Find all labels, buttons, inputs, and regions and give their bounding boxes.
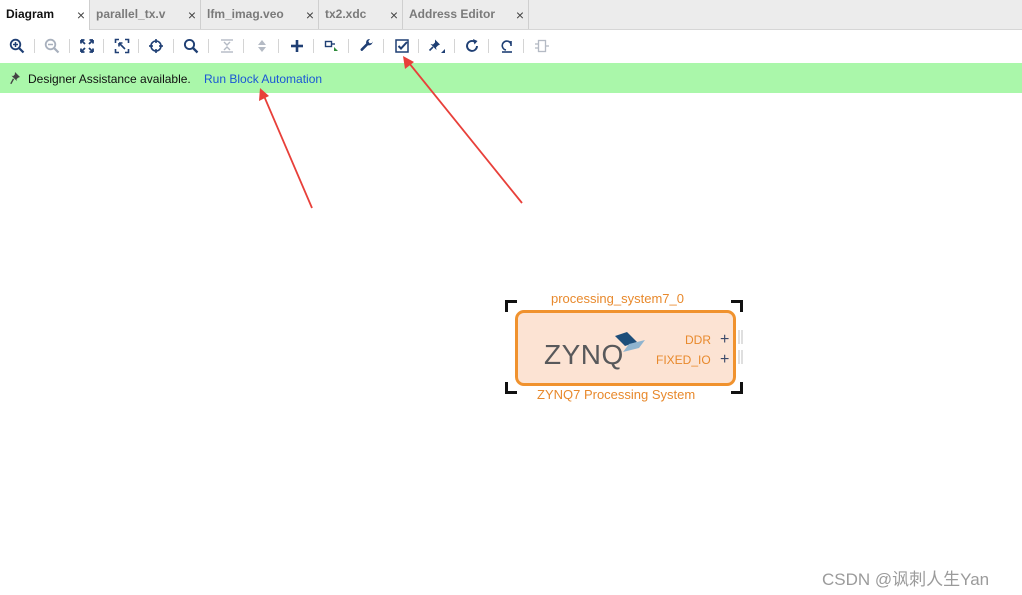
tab-parallel-tx[interactable]: parallel_tx.v ×: [90, 0, 201, 29]
collapse-button[interactable]: [217, 36, 237, 56]
designer-assistance-banner: Designer Assistance available. Run Block…: [0, 63, 1022, 93]
toolbar-separator: [69, 39, 70, 53]
expand-button[interactable]: [252, 36, 272, 56]
add-ip-button[interactable]: [287, 36, 307, 56]
diagram-canvas[interactable]: [0, 94, 1022, 595]
add-ip-icon: [291, 40, 303, 52]
block-design-window: Diagram × parallel_tx.v × lfm_imag.veo ×…: [0, 0, 1022, 595]
expand-icon: [258, 40, 266, 52]
fit-selection-icon: [114, 38, 130, 54]
search-icon: [183, 38, 199, 54]
expand-port-icon[interactable]: +: [720, 332, 729, 348]
tab-diagram[interactable]: Diagram ×: [0, 0, 90, 30]
toolbar-separator: [243, 39, 244, 53]
zynq-logo: ZYNQ: [544, 339, 624, 371]
port-pin-icon: [738, 330, 743, 364]
expand-port-icon[interactable]: +: [720, 352, 729, 368]
port-fixed-io[interactable]: FIXED_IO: [656, 353, 711, 367]
refresh-icon: [466, 39, 478, 52]
assistance-message: Designer Assistance available.: [28, 72, 191, 86]
selection-handle[interactable]: [731, 300, 743, 312]
fit-view-icon: [80, 39, 94, 53]
close-icon[interactable]: ×: [390, 8, 398, 22]
tab-label: Address Editor: [409, 7, 496, 21]
block-ip-name: ZYNQ7 Processing System: [537, 387, 696, 402]
watermark: CSDN @讽刺人生Yan: [822, 570, 990, 589]
selection-handle[interactable]: [505, 300, 517, 312]
tab-tx2-xdc[interactable]: tx2.xdc ×: [319, 0, 403, 29]
close-icon[interactable]: ×: [188, 8, 196, 22]
disabled-tool-icon: [535, 39, 549, 53]
make-connection-button[interactable]: [322, 36, 342, 56]
toolbar-separator: [383, 39, 384, 53]
close-icon[interactable]: ×: [306, 8, 314, 22]
toolbar-separator: [34, 39, 35, 53]
fit-selection-button[interactable]: [112, 36, 132, 56]
close-icon[interactable]: ×: [516, 8, 524, 22]
customize-button[interactable]: [357, 36, 377, 56]
locate-button[interactable]: [146, 36, 166, 56]
tab-label: parallel_tx.v: [96, 7, 166, 21]
run-block-automation-link[interactable]: Run Block Automation: [204, 72, 322, 86]
tab-label: Diagram: [6, 7, 55, 21]
zoom-in-icon: [9, 38, 25, 54]
diagram-toolbar: [0, 30, 1022, 62]
zynq-ip-block[interactable]: ZYNQ DDR + FIXED_IO +: [515, 310, 736, 386]
selection-handle[interactable]: [505, 382, 517, 394]
pin-icon: [428, 39, 445, 53]
block-instance-name: processing_system7_0: [551, 291, 684, 306]
zoom-out-icon: [44, 38, 60, 54]
toolbar-separator: [173, 39, 174, 53]
tab-label: tx2.xdc: [325, 7, 367, 21]
toolbar-separator: [454, 39, 455, 53]
toolbar-separator: [418, 39, 419, 53]
locate-icon: [149, 39, 163, 53]
port-ddr[interactable]: DDR: [685, 333, 711, 347]
zoom-in-button[interactable]: [7, 36, 27, 56]
wrench-icon: [360, 38, 373, 51]
toolbar-separator: [103, 39, 104, 53]
refresh-button[interactable]: [462, 36, 482, 56]
pin-button[interactable]: [427, 36, 447, 56]
fit-view-button[interactable]: [77, 36, 97, 56]
toolbar-separator: [488, 39, 489, 53]
assistance-pin-icon: [10, 71, 22, 88]
tab-lfm-imag[interactable]: lfm_imag.veo ×: [201, 0, 319, 29]
close-icon[interactable]: ×: [77, 8, 85, 22]
disabled-tool-button[interactable]: [532, 36, 552, 56]
regenerate-layout-icon: [501, 40, 512, 53]
collapse-icon: [221, 39, 233, 53]
editor-tab-bar: Diagram × parallel_tx.v × lfm_imag.veo ×…: [0, 0, 1022, 30]
make-connection-icon: [324, 40, 338, 51]
toolbar-separator: [208, 39, 209, 53]
search-button[interactable]: [181, 36, 201, 56]
toolbar-separator: [313, 39, 314, 53]
toolbar-separator: [348, 39, 349, 53]
regenerate-layout-button[interactable]: [497, 36, 517, 56]
toolbar-separator: [278, 39, 279, 53]
tab-label: lfm_imag.veo: [207, 7, 284, 21]
zynq-logo-text: ZYNQ: [544, 339, 624, 370]
validate-icon: [395, 39, 409, 53]
zoom-out-button[interactable]: [42, 36, 62, 56]
validate-design-button[interactable]: [392, 36, 412, 56]
toolbar-separator: [523, 39, 524, 53]
xilinx-logo-icon: [615, 332, 645, 352]
tab-address-editor[interactable]: Address Editor ×: [403, 0, 529, 29]
toolbar-separator: [138, 39, 139, 53]
